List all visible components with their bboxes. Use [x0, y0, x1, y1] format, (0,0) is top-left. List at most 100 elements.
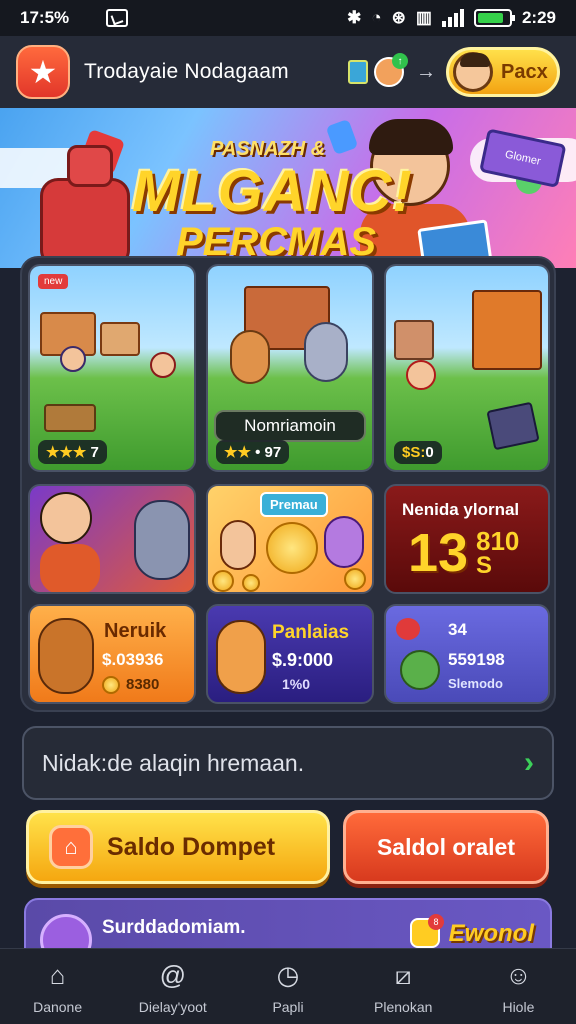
profile-play-button[interactable]: Pacx: [446, 47, 560, 97]
play-label: Pacx: [501, 60, 548, 83]
search-input[interactable]: [42, 749, 524, 777]
profile-icon: ☺: [505, 960, 532, 990]
kid-character-body: [40, 544, 100, 592]
nav-item-plenokan[interactable]: ⧄ Plenokan: [346, 949, 461, 1024]
reward-tile[interactable]: 34 559198 Slemodo: [384, 604, 550, 704]
kid-character: [406, 360, 436, 390]
banner-headline: MLGANC!: [132, 159, 413, 224]
alarm-icon: ⊛: [391, 8, 406, 27]
card-icon[interactable]: [348, 60, 368, 84]
cat-character: [324, 516, 364, 568]
game-tile[interactable]: Nomriamoin ★★ • 97: [206, 264, 374, 472]
online-dot-icon: ↑: [392, 53, 408, 69]
reward-price: 559198: [448, 650, 505, 669]
game-tile[interactable]: new ★★★ 7: [28, 264, 196, 472]
nav-item-display[interactable]: @ Dielay'yoot: [115, 949, 230, 1024]
kid-character: [40, 492, 92, 544]
status-bar: 17:5% ✱ ◔ ⊛ ▥ 2:29: [0, 0, 576, 36]
notification-count: 8: [428, 914, 444, 930]
tile-rating: $S:0: [394, 441, 442, 464]
reward-tile[interactable]: Panlaias $.9:000 1%0: [206, 604, 374, 704]
secondary-balance-label: Saldol oralet: [376, 833, 516, 860]
home-icon: ⌂: [49, 960, 66, 990]
house-decoration: [472, 290, 542, 370]
robot-character: [40, 145, 130, 268]
nav-label: Danone: [33, 998, 83, 1015]
wifi-icon: ◔: [371, 8, 382, 27]
heart-coin-icon: [266, 522, 318, 574]
game-tile[interactable]: $S:0: [384, 264, 550, 472]
game-tile[interactable]: [28, 484, 196, 594]
vibrate-icon: ▥: [415, 8, 432, 27]
nav-item-profile[interactable]: ☺ Hiole: [461, 949, 576, 1024]
reward-count: 34: [448, 620, 467, 639]
search-bar[interactable]: ›: [22, 726, 554, 800]
star-logo-icon[interactable]: ★: [16, 45, 70, 99]
rating-value: 0: [425, 444, 434, 461]
nav-label: Dielay'yoot: [138, 998, 207, 1015]
game-grid: new ★★★ 7 Nomriamoin ★★ • 97 $S:0 Premau…: [20, 256, 556, 712]
kid-character: [150, 352, 176, 378]
rating-prefix: $S:: [402, 444, 426, 461]
wolf-character: [134, 500, 190, 580]
battery-icon: [473, 9, 515, 27]
reward-tile[interactable]: Neruik $.03936 8380: [28, 604, 196, 704]
new-tag: new: [38, 274, 69, 289]
wallet-icon: ⌂: [49, 825, 93, 869]
reward-coins: 1%0: [282, 676, 311, 692]
arrow-right-icon[interactable]: →: [416, 61, 436, 84]
nav-item-home[interactable]: ⌂ Danone: [0, 949, 115, 1024]
promo-small: S: [476, 552, 493, 579]
cube-decoration: [325, 118, 359, 156]
header-actions: ↑ →: [348, 53, 446, 87]
coin-icon: [344, 568, 366, 590]
bluetooth-icon: ✱: [347, 8, 362, 27]
reward-title: Neruik: [104, 620, 167, 642]
house-decoration: [100, 322, 140, 356]
nav-item-papli[interactable]: ◷ Papli: [230, 949, 345, 1024]
rabbit-character: [304, 322, 348, 382]
cat-character: [230, 330, 270, 384]
notice-badge: Ewonol: [448, 920, 534, 947]
signal-icon: [441, 9, 464, 27]
kid-character: [60, 346, 86, 372]
nav-label: Plenokan: [374, 998, 433, 1015]
rating-stars: ★★★: [46, 444, 87, 461]
chevron-right-icon[interactable]: ›: [524, 746, 534, 780]
squirrel-character: [38, 618, 94, 694]
at-icon: @: [159, 960, 186, 990]
crate-decoration: [44, 404, 96, 432]
game-tile[interactable]: Premau: [206, 484, 374, 594]
reward-price: $.9:000: [272, 650, 334, 670]
app-title: Trodayaie Nodagaam: [84, 60, 289, 83]
coin-icon: [212, 570, 234, 592]
bottom-nav: ⌂ Danone @ Dielay'yoot ◷ Papli ⧄ Plenoka…: [0, 948, 576, 1024]
wallet-balance-label: Saldo Dompet: [107, 832, 276, 861]
notice-text: Surddadomiam.: [102, 917, 246, 938]
app-header: ★ Trodayaie Nodagaam ↑ → Pacx: [0, 36, 576, 108]
tile-rating: ★★ • 97: [216, 440, 290, 464]
promo-banner[interactable]: Glomer PASNAZH & MLGANC! PERCMAS: [0, 108, 576, 268]
coin-icon: [242, 574, 260, 592]
nav-label: Hiole: [502, 998, 535, 1015]
house-decoration: [394, 320, 434, 360]
premium-badge: Premau: [260, 492, 328, 517]
ticket-icon: ⧄: [394, 959, 412, 990]
status-time: 17:5%: [20, 8, 70, 27]
promo-title: Nenida ylornal: [402, 500, 520, 519]
rating-value: 97: [264, 444, 282, 461]
friend-avatar[interactable]: ↑: [374, 53, 408, 87]
secondary-balance-button[interactable]: Saldol oralet: [343, 810, 549, 884]
rating-value: 7: [90, 444, 99, 461]
player-avatar: [453, 52, 493, 92]
clock-icon: ◷: [276, 960, 300, 990]
status-icons: ✱ ◔ ⊛ ▥ 2:29: [347, 8, 556, 28]
tile-rating: ★★★ 7: [38, 440, 107, 464]
reward-sub: Slemodo: [448, 676, 503, 691]
promo-big-number: 13: [408, 523, 469, 583]
wallet-balance-button[interactable]: ⌂ Saldo Dompet: [26, 810, 330, 884]
kid-character: [220, 520, 256, 570]
nav-label: Papli: [272, 998, 304, 1015]
tile-label: Nomriamoin: [214, 410, 366, 442]
promo-tile[interactable]: Nenida ylornal 13 810 S: [384, 484, 550, 594]
